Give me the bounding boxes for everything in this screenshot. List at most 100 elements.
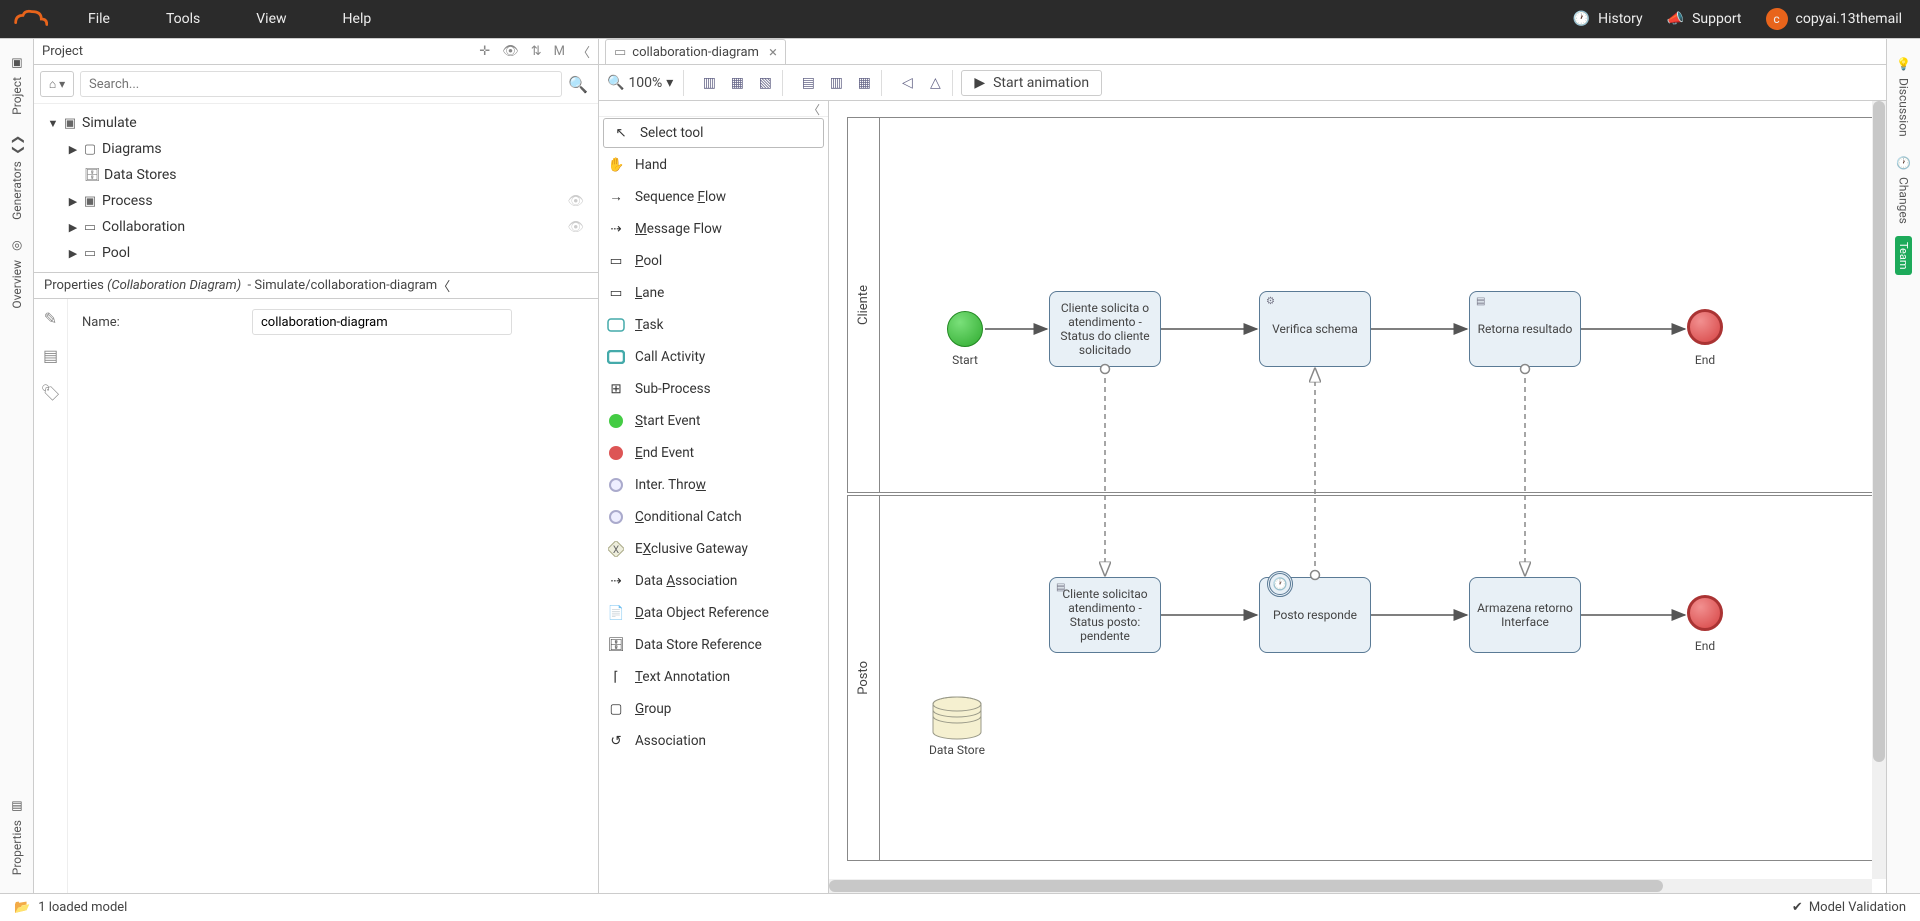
start-event-1[interactable] <box>947 311 983 347</box>
task-armazena-retorno[interactable]: Armazena retorno Interface <box>1469 577 1581 653</box>
collapse-props-icon[interactable]: 〈 <box>437 276 450 295</box>
avatar: c <box>1766 8 1788 30</box>
folder-open-icon: 📂 <box>14 900 30 915</box>
user-menu[interactable]: c copyai.13themail <box>1766 8 1902 30</box>
menu-view[interactable]: View <box>228 0 314 38</box>
tag-tab-icon[interactable]: 🏷 <box>40 383 60 402</box>
support-button[interactable]: 📣 Support <box>1667 11 1742 27</box>
palette-select-tool[interactable]: ↖Select tool <box>603 118 824 148</box>
tree-item-diagrams[interactable]: ▶ ▢ Diagrams <box>38 136 594 162</box>
palette-lane[interactable]: ▭Lane <box>599 277 828 309</box>
sort-icon[interactable]: ⇅ <box>531 44 542 59</box>
task-posto-solicita[interactable]: ▤Cliente solicitao atendimento - Status … <box>1049 577 1161 653</box>
end-event-1[interactable] <box>1687 309 1723 345</box>
locate-icon[interactable]: ✛ <box>479 44 490 59</box>
start-event-icon <box>607 412 625 430</box>
palette-task[interactable]: Task <box>599 309 828 341</box>
diagram-canvas[interactable]: Cliente Posto Start Cliente solicita o a… <box>829 101 1886 893</box>
doc-tab-icon[interactable]: ▤ <box>43 346 58 365</box>
tree-item-process[interactable]: ▶ ▣ Process 👁 <box>38 188 594 214</box>
task-retorna-resultado[interactable]: ▤Retorna resultado <box>1469 291 1581 367</box>
script-icon: ▤ <box>1476 296 1485 307</box>
history-button[interactable]: 🕐 History <box>1573 11 1643 27</box>
right-tab-changes[interactable]: 🕐Changes <box>1897 146 1911 234</box>
align-middle-icon[interactable]: ▥ <box>825 72 847 94</box>
palette-text-annotation[interactable]: ⌈Text Annotation <box>599 661 828 693</box>
start-animation-button[interactable]: ▶ Start animation <box>961 70 1102 96</box>
properties-header: Properties (Collaboration Diagram) - Sim… <box>34 273 598 299</box>
canvas-scrollbar-horizontal[interactable] <box>829 879 1872 893</box>
menu-file[interactable]: File <box>60 0 138 38</box>
project-search-input[interactable] <box>80 71 562 97</box>
palette-conditional-catch[interactable]: Conditional Catch <box>599 501 828 533</box>
tree-item-simulate[interactable]: ▼ ▣ Simulate <box>38 110 594 136</box>
zoom-control[interactable]: 🔍 100% ▾ <box>607 70 684 96</box>
search-icon[interactable]: 🔍 <box>568 75 588 94</box>
align-top-icon[interactable]: ▤ <box>797 72 819 94</box>
palette-pool[interactable]: ▭Pool <box>599 245 828 277</box>
properties-body: ✎ ▤ 🏷 Name: <box>34 299 598 893</box>
tree-item-pool[interactable]: ▶ ▭ Pool <box>38 240 594 266</box>
align-bottom-icon[interactable]: ▦ <box>853 72 875 94</box>
palette-sub-process[interactable]: ⊞Sub-Process <box>599 373 828 405</box>
data-store-label: Data Store <box>921 743 993 757</box>
end-event-2[interactable] <box>1687 595 1723 631</box>
left-tab-properties[interactable]: Properties▤ <box>10 790 24 885</box>
start-label-1: Start <box>939 353 991 367</box>
edit-tab-icon[interactable]: ✎ <box>44 309 57 328</box>
palette-sequence-flow[interactable]: →Sequence Flow <box>599 181 828 213</box>
left-tab-generators[interactable]: Generators❮❯ <box>10 125 24 230</box>
task-verifica-schema[interactable]: ⚙Verifica schema <box>1259 291 1371 367</box>
close-tab-icon[interactable]: × <box>769 43 777 61</box>
palette-data-object-ref[interactable]: 📄Data Object Reference <box>599 597 828 629</box>
pool-icon: ▭ <box>80 246 100 261</box>
tree-item-datastores[interactable]: 🗄 Data Stores <box>38 162 594 188</box>
model-validation-label[interactable]: Model Validation <box>1809 900 1906 915</box>
right-tab-discussion[interactable]: 💡Discussion <box>1897 47 1911 146</box>
loaded-model-label[interactable]: 1 loaded model <box>38 900 127 915</box>
lane-icon: ▭ <box>607 284 625 302</box>
align-left-icon[interactable]: ▥ <box>698 72 720 94</box>
flip-h-icon[interactable]: ◁ <box>896 72 918 94</box>
canvas-scrollbar-vertical[interactable] <box>1872 101 1886 879</box>
palette-collapse[interactable]: 〈 <box>599 101 828 117</box>
eye-icon[interactable]: 👁 <box>567 194 584 209</box>
msg-arrow-icon: ⇢ <box>607 220 625 238</box>
align-center-icon[interactable]: ▦ <box>726 72 748 94</box>
mode-letter[interactable]: M <box>554 44 565 59</box>
palette-start-event[interactable]: Start Event <box>599 405 828 437</box>
palette-call-activity[interactable]: Call Activity <box>599 341 828 373</box>
timer-event-icon[interactable]: 🕐 <box>1267 571 1293 597</box>
flip-v-icon[interactable]: △ <box>924 72 946 94</box>
pool-label-posto: Posto <box>848 496 880 860</box>
pool-posto[interactable]: Posto <box>847 495 1877 861</box>
palette-inter-throw[interactable]: Inter. Throw <box>599 469 828 501</box>
app-logo[interactable] <box>0 8 60 30</box>
menu-help[interactable]: Help <box>315 0 400 38</box>
align-right-icon[interactable]: ▧ <box>754 72 776 94</box>
palette-group[interactable]: ▢Group <box>599 693 828 725</box>
palette-end-event[interactable]: End Event <box>599 437 828 469</box>
palette-data-store-ref[interactable]: 🗄Data Store Reference <box>599 629 828 661</box>
home-dropdown[interactable]: ⌂ ▾ <box>40 71 74 97</box>
palette-association[interactable]: ↺Association <box>599 725 828 757</box>
left-tab-project[interactable]: Project▣ <box>10 47 24 125</box>
diagram-icon: ▭ <box>614 45 626 60</box>
tree-item-collaboration[interactable]: ▶ ▭ Collaboration 👁 <box>38 214 594 240</box>
project-tree: ▼ ▣ Simulate ▶ ▢ Diagrams 🗄 Data Stores … <box>34 104 598 273</box>
prop-name-input[interactable] <box>252 309 512 335</box>
visibility-icon[interactable]: 👁 <box>502 44 519 59</box>
right-tab-team[interactable]: Team <box>1895 236 1912 276</box>
data-store-node[interactable] <box>931 696 983 740</box>
palette-message-flow[interactable]: ⇢Message Flow <box>599 213 828 245</box>
palette-hand[interactable]: ✋Hand <box>599 149 828 181</box>
menu-tools[interactable]: Tools <box>138 0 228 38</box>
left-tab-overview[interactable]: Overview◎ <box>10 230 24 319</box>
task-cliente-solicita[interactable]: Cliente solicita o atendimento - Status … <box>1049 291 1161 367</box>
palette-data-association[interactable]: ⇢Data Association <box>599 565 828 597</box>
collapse-left-icon[interactable]: 〈 <box>577 42 590 61</box>
group-icon: ▢ <box>607 700 625 718</box>
eye-icon[interactable]: 👁 <box>567 220 584 235</box>
palette-exclusive-gateway[interactable]: XEXclusive Gateway <box>599 533 828 565</box>
tab-collaboration-diagram[interactable]: ▭ collaboration-diagram × <box>605 39 786 64</box>
